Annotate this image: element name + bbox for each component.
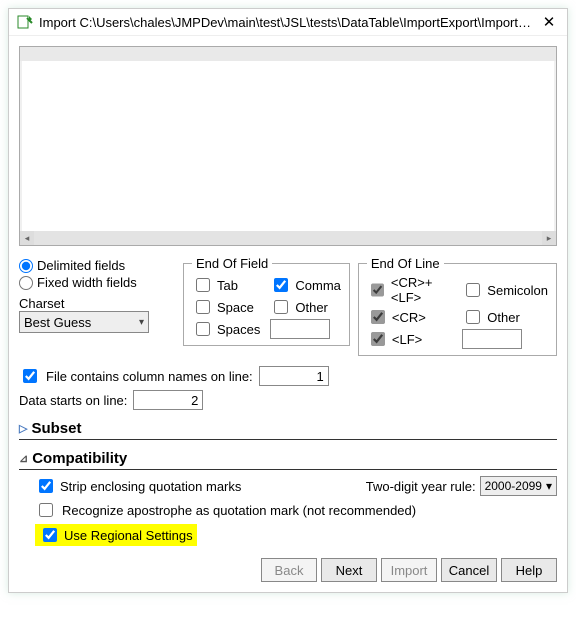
help-button[interactable]: Help	[501, 558, 557, 582]
fixed-width-label: Fixed width fields	[37, 275, 137, 290]
eol-crlf-label: <CR>+<LF>	[391, 275, 452, 305]
regional-highlight: Use Regional Settings	[35, 524, 197, 546]
colnames-label: File contains column names on line:	[46, 369, 253, 384]
twodigit-label: Two-digit year rule:	[366, 479, 476, 494]
scroll-right-button[interactable]: ▸	[542, 231, 556, 245]
button-row: Back Next Import Cancel Help	[19, 558, 557, 582]
eof-spaces-check[interactable]	[196, 322, 210, 336]
regional-check[interactable]	[43, 528, 57, 542]
disclosure-open-icon: ⊿	[19, 452, 28, 465]
preview-body	[22, 61, 554, 231]
eol-cr-check[interactable]	[371, 310, 385, 324]
eol-crlf-check[interactable]	[371, 283, 384, 297]
preview-header	[20, 47, 556, 61]
eof-space-check[interactable]	[196, 300, 210, 314]
eol-other-check[interactable]	[466, 310, 480, 324]
end-of-line-group: End Of Line <CR>+<LF> Semicolon <CR> Oth…	[358, 256, 557, 356]
data-starts-label: Data starts on line:	[19, 393, 127, 408]
eof-other-input[interactable]	[270, 319, 330, 339]
import-button[interactable]: Import	[381, 558, 437, 582]
subset-header[interactable]: ▷ Subset	[19, 418, 557, 440]
charset-label: Charset	[19, 296, 175, 311]
apostrophe-label: Recognize apostrophe as quotation mark (…	[62, 503, 416, 518]
subset-title: Subset	[31, 420, 81, 437]
delimited-radio[interactable]	[19, 259, 33, 273]
eof-tab-label: Tab	[217, 278, 238, 293]
chevron-down-icon: ▾	[139, 317, 144, 328]
charset-combo[interactable]: Best Guess ▾	[19, 311, 149, 333]
titlebar: Import C:\Users\chales\JMPDev\main\test\…	[9, 9, 567, 36]
charset-value: Best Guess	[24, 315, 91, 330]
eol-lf-label: <LF>	[392, 332, 422, 347]
apostrophe-check[interactable]	[39, 503, 53, 517]
compatibility-body: Strip enclosing quotation marks Two-digi…	[19, 476, 557, 546]
eof-legend: End Of Field	[192, 256, 272, 271]
regional-label: Use Regional Settings	[64, 528, 193, 543]
compatibility-header[interactable]: ⊿ Compatibility	[19, 448, 557, 470]
eof-other-label: Other	[295, 300, 328, 315]
eof-space-label: Space	[217, 300, 254, 315]
end-of-field-group: End Of Field Tab Comma Space Other Space…	[183, 256, 350, 346]
eol-lf-check[interactable]	[371, 332, 385, 346]
app-icon	[17, 14, 33, 30]
scroll-left-button[interactable]: ◂	[20, 231, 34, 245]
next-button[interactable]: Next	[321, 558, 377, 582]
colnames-check[interactable]	[23, 369, 37, 383]
cancel-button[interactable]: Cancel	[441, 558, 497, 582]
strip-quotes-label: Strip enclosing quotation marks	[60, 479, 241, 494]
content-area: ◂ ▸ Delimited fields Fixed width fields …	[9, 36, 567, 592]
eol-other-input[interactable]	[462, 329, 522, 349]
window-title: Import C:\Users\chales\JMPDev\main\test\…	[39, 15, 539, 30]
disclosure-closed-icon: ▷	[19, 422, 27, 435]
eol-other-label: Other	[487, 310, 520, 325]
twodigit-combo[interactable]: 2000-2099 ▾	[480, 476, 557, 496]
close-button[interactable]: ✕	[539, 13, 559, 31]
delimited-label: Delimited fields	[37, 258, 125, 273]
fixed-width-radio[interactable]	[19, 276, 33, 290]
eol-semicolon-label: Semicolon	[487, 283, 548, 298]
eof-other-check[interactable]	[274, 300, 288, 314]
colnames-line-input[interactable]	[259, 366, 329, 386]
strip-quotes-check[interactable]	[39, 479, 53, 493]
eol-cr-label: <CR>	[392, 310, 426, 325]
eof-comma-label: Comma	[295, 278, 341, 293]
preview-pane: ◂ ▸	[19, 46, 557, 246]
horizontal-scrollbar[interactable]: ◂ ▸	[20, 231, 556, 245]
import-dialog: Import C:\Users\chales\JMPDev\main\test\…	[8, 8, 568, 593]
eof-spaces-label: Spaces	[217, 322, 260, 337]
compatibility-title: Compatibility	[32, 450, 127, 467]
data-starts-input[interactable]	[133, 390, 203, 410]
eof-comma-check[interactable]	[274, 278, 288, 292]
chevron-down-icon: ▾	[546, 479, 552, 493]
back-button[interactable]: Back	[261, 558, 317, 582]
eol-legend: End Of Line	[367, 256, 444, 271]
eol-semicolon-check[interactable]	[466, 283, 480, 297]
twodigit-value: 2000-2099	[485, 479, 542, 493]
eof-tab-check[interactable]	[196, 278, 210, 292]
scroll-track[interactable]	[34, 231, 542, 245]
